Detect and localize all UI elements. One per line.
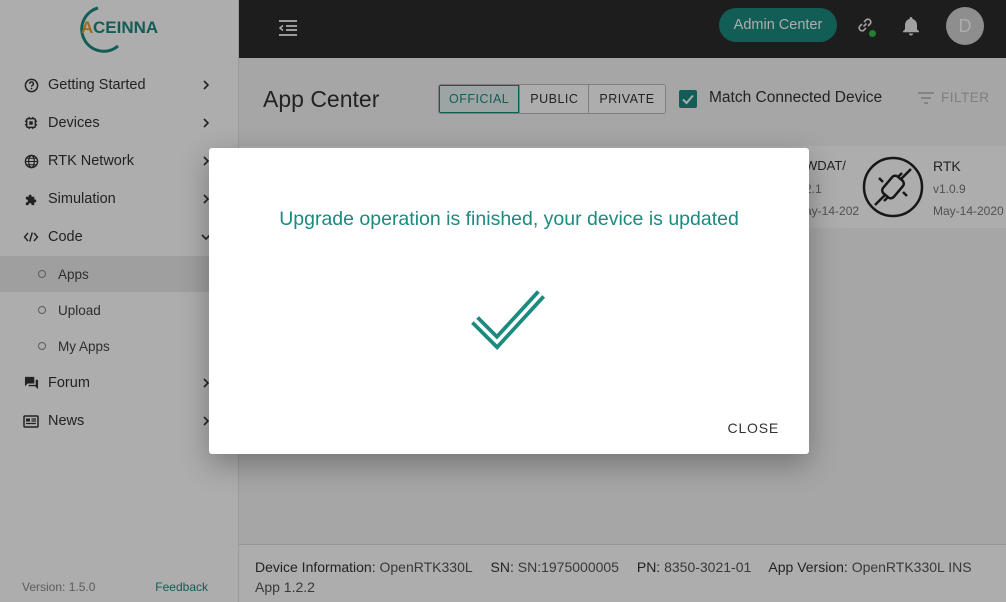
- dialog-close-button[interactable]: CLOSE: [728, 420, 779, 436]
- upgrade-finished-dialog: Upgrade operation is finished, your devi…: [209, 148, 809, 454]
- checkmark-icon: [471, 290, 546, 350]
- dialog-message: Upgrade operation is finished, your devi…: [279, 208, 739, 230]
